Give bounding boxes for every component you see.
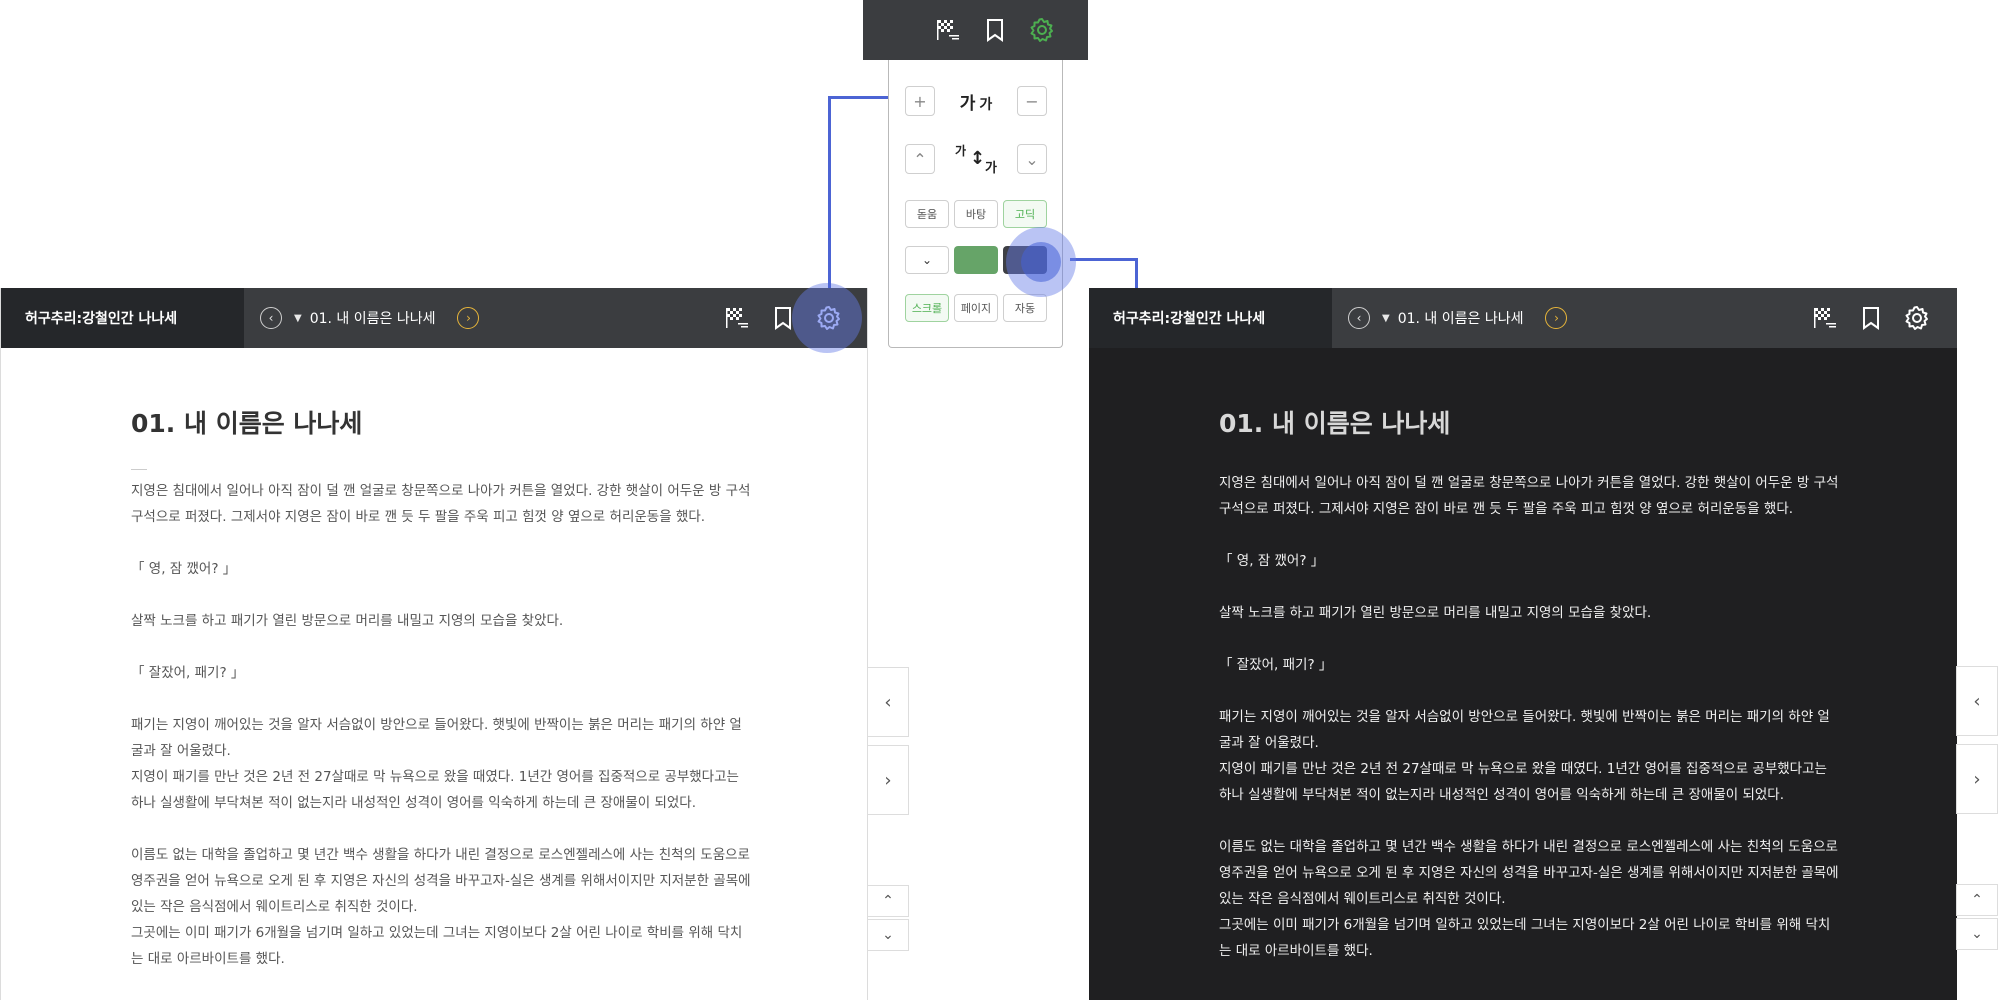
- font-size-increase-button[interactable]: +: [905, 86, 935, 116]
- chevron-right-icon: ›: [1554, 311, 1559, 325]
- mode-auto-button[interactable]: 자동: [1003, 294, 1047, 322]
- settings-panel: + 가가 − ⌃ 가 ↕ 가 ⌄ 돋움 바탕 고딕 ⌄ 스크롤 페이지 자동: [888, 60, 1063, 348]
- connector-line: [1070, 258, 1137, 261]
- line-height-label: 가 ↕ 가: [955, 144, 997, 176]
- chevron-left-icon: ‹: [1356, 311, 1362, 325]
- connector-line: [828, 96, 831, 288]
- minus-icon: −: [1025, 91, 1039, 111]
- next-page-button[interactable]: ›: [867, 745, 909, 815]
- font-size-label: 가가: [959, 93, 993, 114]
- theme-white-button[interactable]: ⌄: [905, 246, 949, 274]
- chevron-up-icon: ⌃: [913, 149, 927, 169]
- scroll-down-button[interactable]: ⌄: [867, 919, 909, 951]
- chevron-left-icon: ‹: [1973, 690, 1981, 712]
- paragraph: 지영이 패기를 만난 것은 2년 전 27살때로 막 뉴욕으로 왔을 때였다. …: [1219, 761, 1827, 803]
- view-mode-row: 스크롤 페이지 자동: [905, 294, 1047, 322]
- paragraph: 살짝 노크를 하고 패기가 열린 방문으로 머리를 내밀고 지영의 모습을 찾았…: [1219, 605, 1652, 621]
- paragraph: 그곳에는 이미 패기가 6개월을 넘기며 일하고 있었는데 그녀는 지영이보다 …: [131, 925, 743, 967]
- connector-line: [1135, 258, 1138, 288]
- checkered-flag-icon[interactable]: [934, 16, 962, 44]
- paragraph: 지영은 침대에서 일어나 아직 잠이 덜 깬 얼굴로 창문쪽으로 나아가 커튼을…: [131, 483, 751, 525]
- tap-highlight: [792, 283, 862, 353]
- toolbar: [1811, 304, 1931, 332]
- chevron-up-icon: ⌃: [1971, 892, 1983, 908]
- font-batang-button[interactable]: 바탕: [954, 200, 998, 228]
- scroll-down-button[interactable]: ⌄: [1956, 918, 1998, 950]
- bookmark-icon[interactable]: [981, 16, 1009, 44]
- paragraph: 「 잘잤어, 패기? 」: [1219, 657, 1333, 673]
- paragraph: 지영이 패기를 만난 것은 2년 전 27살때로 막 뉴욕으로 왔을 때였다. …: [131, 769, 739, 811]
- top-bar: 허구추리:강철인간 나나세 ‹ ▼ 01. 내 이름은 나나세 ›: [1, 288, 867, 348]
- checkered-flag-icon[interactable]: [723, 304, 751, 332]
- book-title: 허구추리:강철인간 나나세: [1089, 288, 1332, 348]
- divider: [131, 469, 147, 470]
- paragraph: 패기는 지영이 깨어있는 것을 알자 서슴없이 방안으로 들어왔다. 햇빛에 반…: [131, 717, 742, 759]
- paragraph: 「 영, 잠 깼어? 」: [131, 561, 237, 577]
- mode-scroll-button[interactable]: 스크롤: [905, 294, 949, 322]
- scroll-up-button[interactable]: ⌃: [867, 885, 909, 917]
- checkered-flag-icon[interactable]: [1811, 304, 1839, 332]
- gear-icon[interactable]: [1903, 304, 1931, 332]
- screen: 허구추리:강철인간 나나세 ‹ ▼ 01. 내 이름은 나나세 › 01. 내 …: [0, 0, 2000, 1000]
- caret-down-icon[interactable]: ▼: [1382, 313, 1390, 324]
- font-dotum-button[interactable]: 돋움: [905, 200, 949, 228]
- connector-line: [828, 96, 890, 99]
- chevron-right-icon: ›: [1973, 768, 1981, 790]
- chapter-nav: ‹ ▼ 01. 내 이름은 나나세 ›: [1348, 307, 1568, 329]
- chapter-heading: 01. 내 이름은 나나세: [131, 409, 363, 438]
- font-size-row: + 가가 −: [905, 86, 1047, 116]
- reader-dark: 허구추리:강철인간 나나세 ‹ ▼ 01. 내 이름은 나나세 › 01. 내 …: [1089, 288, 1957, 1000]
- next-chapter-button[interactable]: ›: [457, 307, 480, 329]
- chevron-down-icon: ⌄: [882, 927, 894, 943]
- line-height-increase-button[interactable]: ⌃: [905, 144, 935, 174]
- scroll-up-button[interactable]: ⌃: [1956, 884, 1998, 916]
- prev-chapter-button[interactable]: ‹: [260, 307, 282, 329]
- paragraph: 패기는 지영이 깨어있는 것을 알자 서슴없이 방안으로 들어왔다. 햇빛에 반…: [1219, 709, 1830, 751]
- prev-page-button[interactable]: ‹: [1956, 666, 1998, 736]
- chapter-select[interactable]: 01. 내 이름은 나나세: [1398, 308, 1524, 328]
- plus-icon: +: [913, 91, 927, 111]
- theme-green-swatch[interactable]: [954, 246, 998, 274]
- paragraph: 이름도 없는 대학을 졸업하고 몇 년간 백수 생활을 하다가 내린 결정으로 …: [1219, 839, 1839, 907]
- reader-content: 01. 내 이름은 나나세 지영은 침대에서 일어나 아직 잠이 덜 깬 얼굴로…: [1219, 348, 1839, 964]
- chevron-down-icon: ⌄: [1971, 926, 1983, 942]
- chevron-down-icon: ⌄: [921, 253, 933, 267]
- chevron-up-icon: ⌃: [882, 893, 894, 909]
- paragraph: 이름도 없는 대학을 졸업하고 몇 년간 백수 생활을 하다가 내린 결정으로 …: [131, 847, 751, 915]
- paragraph: 지영은 침대에서 일어나 아직 잠이 덜 깬 얼굴로 창문쪽으로 나아가 커튼을…: [1219, 475, 1839, 517]
- tap-highlight-core: [1021, 242, 1061, 282]
- paragraph: 그곳에는 이미 패기가 6개월을 넘기며 일하고 있었는데 그녀는 지영이보다 …: [1219, 917, 1831, 959]
- next-chapter-button[interactable]: ›: [1545, 307, 1568, 329]
- chevron-right-icon: ›: [884, 769, 892, 791]
- book-title: 허구추리:강철인간 나나세: [1, 288, 244, 348]
- line-height-row: ⌃ 가 ↕ 가 ⌄: [905, 142, 1047, 176]
- next-page-button[interactable]: ›: [1956, 744, 1998, 814]
- updown-arrow-icon: ↕: [970, 148, 986, 169]
- line-height-decrease-button[interactable]: ⌄: [1017, 144, 1047, 174]
- font-family-row: 돋움 바탕 고딕: [905, 200, 1047, 228]
- reader-content: 01. 내 이름은 나나세 지영은 침대에서 일어나 아직 잠이 덜 깬 얼굴로…: [131, 348, 751, 972]
- chapter-heading: 01. 내 이름은 나나세: [1219, 409, 1451, 438]
- prev-chapter-button[interactable]: ‹: [1348, 307, 1370, 329]
- prev-page-button[interactable]: ‹: [867, 667, 909, 737]
- paragraph: 「 잘잤어, 패기? 」: [131, 665, 245, 681]
- caret-down-icon[interactable]: ▼: [294, 313, 302, 324]
- chapter-select[interactable]: 01. 내 이름은 나나세: [310, 308, 436, 328]
- chevron-left-icon: ‹: [268, 311, 274, 325]
- chevron-left-icon: ‹: [884, 691, 892, 713]
- bookmark-icon[interactable]: [1857, 304, 1885, 332]
- mode-page-button[interactable]: 페이지: [954, 294, 998, 322]
- settings-toolbar: [863, 0, 1088, 60]
- paragraph: 살짝 노크를 하고 패기가 열린 방문으로 머리를 내밀고 지영의 모습을 찾았…: [131, 613, 564, 629]
- chevron-right-icon: ›: [466, 311, 471, 325]
- reader-light: 허구추리:강철인간 나나세 ‹ ▼ 01. 내 이름은 나나세 › 01. 내 …: [0, 288, 868, 1000]
- font-size-decrease-button[interactable]: −: [1017, 86, 1047, 116]
- gear-icon[interactable]: [1028, 16, 1056, 44]
- font-gothic-button[interactable]: 고딕: [1003, 200, 1047, 228]
- paragraph: 「 영, 잠 깼어? 」: [1219, 553, 1325, 569]
- chapter-nav: ‹ ▼ 01. 내 이름은 나나세 ›: [260, 307, 480, 329]
- top-bar: 허구추리:강철인간 나나세 ‹ ▼ 01. 내 이름은 나나세 ›: [1089, 288, 1957, 348]
- chevron-down-icon: ⌄: [1025, 149, 1039, 169]
